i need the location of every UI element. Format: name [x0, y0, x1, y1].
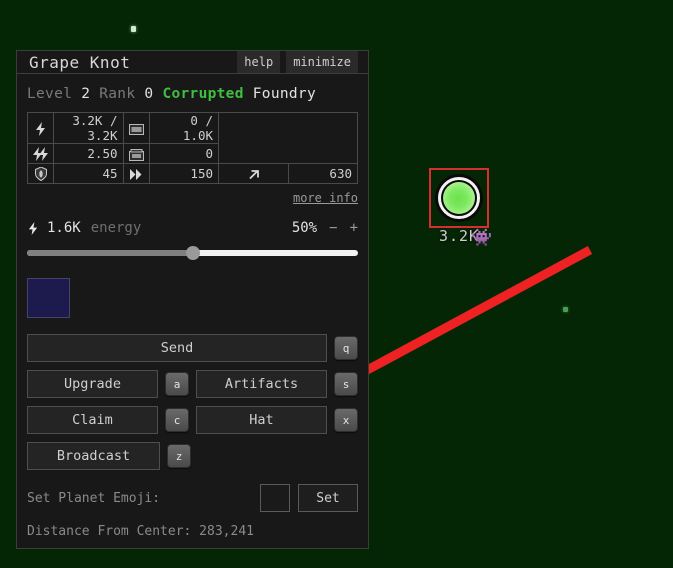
star-dot: [563, 307, 568, 312]
emoji-row: Set Planet Emoji: Set: [27, 484, 358, 512]
star-dot: [131, 26, 136, 32]
hat-hotkey[interactable]: x: [334, 408, 358, 432]
send-button[interactable]: Send: [27, 334, 327, 362]
planet-color-swatch[interactable]: [27, 278, 70, 318]
broadcast-hotkey[interactable]: z: [167, 444, 191, 468]
set-emoji-button[interactable]: Set: [298, 484, 358, 512]
energy-bolt-icon: [27, 112, 54, 144]
energy-increase-button[interactable]: +: [350, 220, 358, 236]
action-buttons: Send q Upgrade a Artifacts s Claim c Hat…: [27, 334, 358, 470]
slider-fill: [27, 250, 193, 256]
energy-growth-value: 2.50: [53, 143, 124, 164]
planet-emoji-icon: 👾: [471, 228, 493, 248]
energy-amount: 1.6K: [47, 220, 81, 236]
artifacts-value: 0: [148, 143, 219, 164]
defense-value: 45: [53, 163, 124, 184]
emoji-input[interactable]: [260, 484, 290, 512]
more-info-link[interactable]: more info: [293, 191, 358, 205]
planet-headline: Level 2 Rank 0 Corrupted Foundry: [27, 86, 358, 102]
energy-growth-icon: [27, 143, 54, 164]
level-label: Level: [27, 86, 73, 102]
game-viewport: 3.2K 👾 Grape Knot help minimize Level 2 …: [0, 0, 673, 568]
artifacts-hotkey[interactable]: s: [334, 372, 358, 396]
help-button[interactable]: help: [237, 51, 281, 73]
send-hotkey[interactable]: q: [334, 336, 358, 360]
speed-value: 150: [148, 163, 219, 184]
energy-control-row: 1.6K energy 50% − +: [27, 220, 358, 236]
emoji-label: Set Planet Emoji:: [27, 490, 161, 506]
rank-label: Rank: [99, 86, 136, 102]
energy-slider[interactable]: [27, 246, 358, 260]
hat-button[interactable]: Hat: [196, 406, 327, 434]
artifact-box-icon: [122, 143, 150, 164]
claim-button[interactable]: Claim: [27, 406, 158, 434]
action-row: Upgrade a Artifacts s: [27, 370, 358, 398]
action-row: Send q: [27, 334, 358, 362]
action-row: Broadcast z: [27, 442, 358, 470]
slider-thumb[interactable]: [185, 246, 200, 260]
range-value: 630: [287, 163, 358, 184]
energy-capacity-value: 3.2K / 3.2K: [53, 112, 124, 144]
planet-selection-box: [429, 168, 489, 228]
silver-value: 0 / 1.0K: [148, 112, 219, 144]
window-title: Grape Knot: [29, 52, 131, 72]
energy-bolt-icon: [27, 220, 39, 236]
table-row: 2.50 0: [27, 143, 358, 164]
energy-percent: 50%: [291, 220, 318, 236]
distance-from-center: Distance From Center: 283,241: [27, 524, 254, 539]
table-row: 45 150 630: [27, 163, 358, 184]
planet-stats-table: 3.2K / 3.2K 0 / 1.0K 2.50 0 45 150 630: [27, 112, 358, 184]
window-titlebar: Grape Knot help minimize: [17, 51, 368, 74]
shield-icon: [27, 163, 54, 184]
table-row: 3.2K / 3.2K 0 / 1.0K: [27, 112, 358, 144]
upgrade-hotkey[interactable]: a: [165, 372, 189, 396]
more-info-row: more info: [27, 187, 358, 206]
speed-icon: [122, 163, 150, 184]
window-body: Level 2 Rank 0 Corrupted Foundry 3.2K / …: [17, 74, 368, 549]
rank-value: 0: [144, 86, 154, 102]
broadcast-button[interactable]: Broadcast: [27, 442, 160, 470]
status-badge: Corrupted: [162, 86, 244, 102]
minimize-button[interactable]: minimize: [286, 51, 358, 73]
claim-hotkey[interactable]: c: [165, 408, 189, 432]
level-value: 2: [81, 86, 91, 102]
window-controls: help minimize: [237, 51, 358, 73]
silver-bank-icon: [122, 112, 150, 144]
planet-details-window: Grape Knot help minimize Level 2 Rank 0 …: [16, 50, 369, 549]
planet-type: Foundry: [252, 86, 316, 102]
energy-label: energy: [90, 220, 142, 236]
action-row: Claim c Hat x: [27, 406, 358, 434]
upgrade-button[interactable]: Upgrade: [27, 370, 158, 398]
energy-decrease-button[interactable]: −: [329, 220, 337, 236]
planet-object[interactable]: [429, 168, 489, 228]
range-arrow-icon: [218, 163, 289, 184]
artifacts-button[interactable]: Artifacts: [196, 370, 327, 398]
